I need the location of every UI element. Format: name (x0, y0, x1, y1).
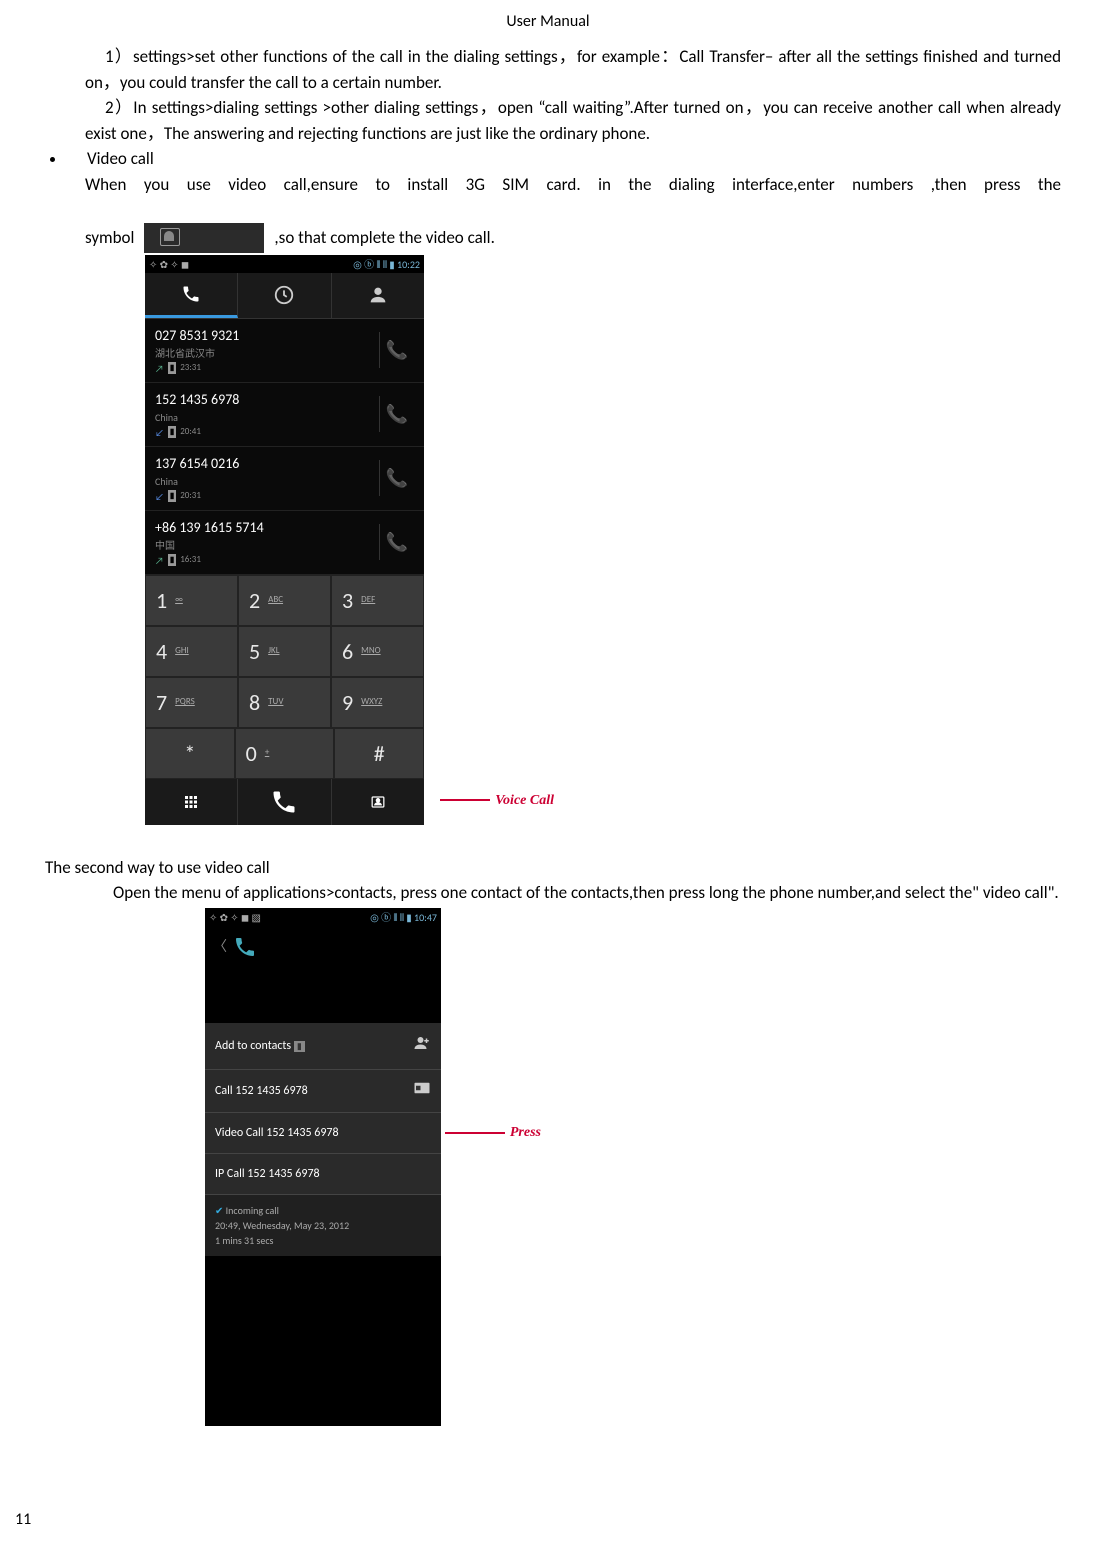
key-5[interactable]: 5JKL (238, 626, 331, 677)
sim-icon (413, 1081, 431, 1101)
paragraph-1: 1）settings>set other functions of the ca… (85, 44, 1061, 95)
section2-para: Open the menu of applications>contacts, … (85, 880, 1061, 906)
dialpad-icon[interactable] (145, 779, 238, 825)
key-star[interactable]: * (145, 728, 235, 779)
video-call-heading: Video call (87, 148, 154, 169)
call-icon[interactable]: 📞 (379, 332, 414, 368)
dialer-screenshot: ✧ ✿ ✧ ◼ ◎ ⓑ ⫴ ⫴ ▮ 10:22 027 8531 9321 湖北… (145, 255, 424, 825)
incoming-call-block: ✔ Incoming call 20:49, Wednesday, May 23… (205, 1195, 441, 1256)
section2-heading: The second way to use video call (45, 855, 1061, 881)
keypad: 1∞ 2ABC 3DEF 4GHI 5JKL 6MNO 7PQRS 8TUV 9… (145, 575, 424, 779)
key-9[interactable]: 9WXYZ (331, 677, 424, 728)
key-1[interactable]: 1∞ (145, 575, 238, 626)
annotation-voicecall: Voice Call (440, 790, 554, 811)
key-6[interactable]: 6MNO (331, 626, 424, 677)
menu-ipcall[interactable]: IP Call 152 1435 6978 (205, 1154, 441, 1195)
menu-top: 〈 (205, 926, 441, 968)
paragraph-2: 2）In settings>dialing settings >other di… (85, 95, 1061, 146)
key-3[interactable]: 3DEF (331, 575, 424, 626)
tabbar (145, 273, 424, 319)
call-location: China (155, 410, 379, 425)
key-8[interactable]: 8TUV (238, 677, 331, 728)
call-location: China (155, 474, 379, 489)
key-0[interactable]: 0+ (235, 728, 335, 779)
call-button[interactable] (238, 779, 331, 825)
videocall-symbol-icon (144, 223, 264, 253)
call-number: 152 1435 6978 (155, 389, 379, 410)
symbol-after: ,so that complete the video call. (274, 225, 494, 251)
key-hash[interactable]: # (334, 728, 424, 779)
tab-recents[interactable] (238, 273, 331, 318)
page-number: 11 (15, 1508, 31, 1532)
call-icon[interactable]: 📞 (379, 524, 414, 560)
video-call-line1: When you use video call,ensure to instal… (85, 172, 1061, 223)
call-number: 027 8531 9321 (155, 325, 379, 346)
bottom-bar (145, 779, 424, 825)
key-2[interactable]: 2ABC (238, 575, 331, 626)
tab-dialer[interactable] (145, 273, 238, 318)
tab-contacts[interactable] (332, 273, 424, 318)
symbol-label: symbol (85, 225, 134, 251)
call-number: +86 139 1615 5714 (155, 517, 379, 538)
add-contact-icon (413, 1034, 431, 1058)
status-bar: ✧ ✿ ✧ ◼ ▧ ◎ ⓑ ⫴ ⫴ ▮ 10:47 (205, 908, 441, 926)
menu-videocall[interactable]: Video Call 152 1435 6978 Press (205, 1113, 441, 1154)
call-icon[interactable]: 📞 (379, 396, 414, 432)
call-number: 137 6154 0216 (155, 453, 379, 474)
page-header: User Manual (0, 0, 1096, 44)
call-entry[interactable]: +86 139 1615 5714 中国 ↗▮16:31 📞 (145, 511, 424, 575)
status-bar: ✧ ✿ ✧ ◼ ◎ ⓑ ⫴ ⫴ ▮ 10:22 (145, 255, 424, 273)
key-7[interactable]: 7PQRS (145, 677, 238, 728)
call-entry[interactable]: 152 1435 6978 China ↙▮20:41 📞 (145, 383, 424, 447)
menu-add-contacts[interactable]: Add to contacts ▮ (205, 1023, 441, 1070)
call-location: 湖北省武汉市 (155, 346, 379, 361)
call-icon[interactable]: 📞 (379, 460, 414, 496)
back-icon[interactable]: 〈 (213, 936, 227, 957)
videocall-button[interactable] (332, 779, 424, 825)
call-location: 中国 (155, 538, 379, 553)
key-4[interactable]: 4GHI (145, 626, 238, 677)
annotation-press: Press (445, 1122, 541, 1143)
call-entry[interactable]: 137 6154 0216 China ↙▮20:31 📞 (145, 447, 424, 511)
call-entry[interactable]: 027 8531 9321 湖北省武汉市 ↗▮23:31 📞 (145, 319, 424, 383)
contact-menu-screenshot: ✧ ✿ ✧ ◼ ▧ ◎ ⓑ ⫴ ⫴ ▮ 10:47 〈 Add to conta… (205, 908, 441, 1426)
menu-call[interactable]: Call 152 1435 6978 (205, 1070, 441, 1113)
